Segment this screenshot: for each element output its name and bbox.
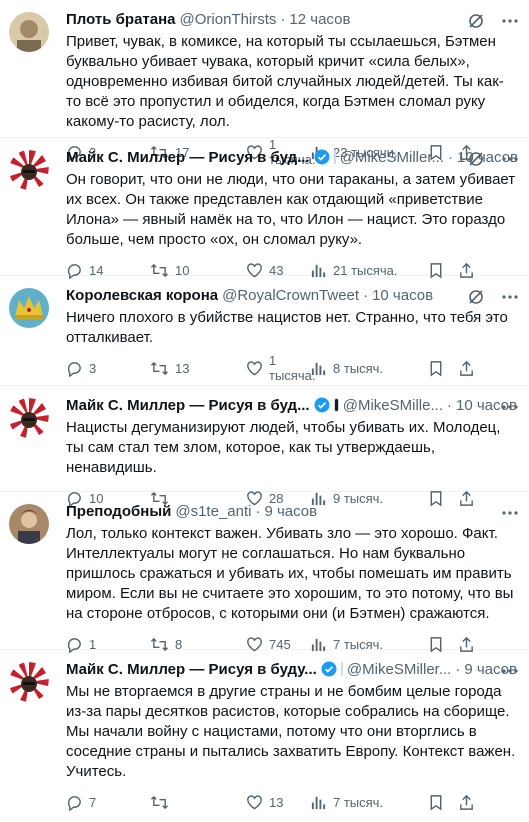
tweet[interactable]: Плоть братана @OrionThirsts · 12 часов П… [0, 0, 529, 167]
tweet[interactable]: Преподобный @s1te_anti · 9 часов Лол, то… [0, 492, 529, 653]
author-handle[interactable]: @RoyalCrownTweet [222, 287, 359, 304]
tweet-text: Лол, только контекст важен. Убивать зло … [66, 525, 514, 622]
verified-icon [314, 397, 330, 413]
tweet-actions: 7 13 7 тысяч. [66, 782, 517, 822]
tweet-text: Нацисты дегуманизируют людей, чтобы убив… [66, 419, 501, 476]
author-name[interactable]: Королевская корона [66, 287, 218, 304]
tweet[interactable]: Майк С. Миллер — Рисуя в буд... @MikeSMi… [0, 386, 529, 507]
more-options-icon[interactable] [501, 662, 519, 680]
avatar[interactable] [9, 12, 49, 52]
author-handle[interactable]: @s1te_anti [175, 503, 251, 520]
timestamp[interactable]: 9 часов [264, 503, 317, 520]
share-button[interactable] [458, 360, 478, 377]
tweet-actions: 3 13 1 тысяча. 8 тысяч. [66, 348, 517, 388]
like-button[interactable]: 1 тысяча. [246, 353, 315, 383]
tweet-text: Привет, чувак, в комиксе, на который ты … [66, 33, 504, 130]
tweet-header: Королевская корона @RoyalCrownTweet · 10… [66, 286, 434, 304]
verified-badge [314, 149, 330, 165]
retweet-icon [150, 795, 169, 809]
views-button[interactable]: 8 тысяч. [310, 360, 428, 377]
like-button[interactable]: 13 [246, 794, 310, 811]
more-options-icon[interactable] [501, 12, 519, 30]
affiliate-badge[interactable] [333, 150, 336, 164]
verified-icon [314, 149, 330, 165]
views-icon [311, 362, 326, 375]
affiliate-badge[interactable] [340, 662, 343, 676]
more-options-icon[interactable] [501, 398, 519, 416]
tweet-header: Плоть братана @OrionThirsts · 12 часов [66, 10, 351, 28]
grok-icon[interactable] [467, 288, 485, 306]
more-options-icon[interactable] [501, 504, 519, 522]
heart-icon [247, 794, 262, 809]
avatar[interactable] [9, 398, 49, 438]
reply-feed: Плоть братана @OrionThirsts · 12 часов П… [0, 0, 529, 811]
share-icon [460, 360, 473, 376]
avatar[interactable] [9, 662, 49, 702]
author-name[interactable]: Преподобный [66, 503, 171, 520]
tweet[interactable]: Майк С. Миллер — Рисуя в буд... @MikeSMi… [0, 138, 529, 279]
heart-icon [247, 360, 262, 375]
tweet-text: Ничего плохого в убийстве нацистов нет. … [66, 309, 508, 346]
grok-icon[interactable] [467, 12, 485, 30]
author-handle[interactable]: @MikeSMille... [343, 397, 443, 414]
tweet-text: Он говорит, что они не люди, что они тар… [66, 171, 516, 248]
reply-button[interactable]: 3 [66, 360, 150, 377]
author-name[interactable]: Майк С. Миллер — Рисуя в буд... [66, 149, 310, 166]
bookmark-button[interactable] [428, 794, 458, 811]
verified-badge [321, 661, 337, 677]
more-options-icon[interactable] [501, 288, 519, 306]
views-button[interactable]: 7 тысяч. [310, 794, 428, 811]
verified-icon [321, 661, 337, 677]
verified-badge [314, 397, 330, 413]
tweet-header: Майк С. Миллер — Рисуя в буд... @MikeSMi… [66, 396, 517, 414]
avatar[interactable] [9, 504, 49, 544]
timestamp[interactable]: 10 часов [372, 287, 433, 304]
affiliate-badge[interactable] [333, 398, 339, 412]
more-options-icon[interactable] [501, 150, 519, 168]
author-handle[interactable]: @MikeSMiller... [347, 661, 451, 678]
bookmark-button[interactable] [428, 360, 458, 377]
tweet-header: Майк С. Миллер — Рисуя в буду... @MikeSM… [66, 660, 517, 678]
tweet-text: Мы не вторгаемся в другие страны и не бо… [66, 683, 516, 780]
share-icon [460, 794, 473, 810]
retweet-button[interactable]: 13 [150, 360, 246, 377]
avatar[interactable] [9, 150, 49, 190]
author-handle[interactable]: @OrionThirsts [180, 11, 277, 28]
avatar[interactable] [9, 288, 49, 328]
views-icon [311, 796, 326, 809]
share-button[interactable] [458, 794, 478, 811]
author-name[interactable]: Майк С. Миллер — Рисуя в буд... [66, 397, 310, 414]
author-handle[interactable]: @MikeSMiller... [340, 149, 444, 166]
timestamp[interactable]: 12 часов [289, 11, 350, 28]
retweet-icon [150, 361, 169, 375]
reply-icon [67, 795, 81, 811]
grok-icon[interactable] [467, 150, 485, 168]
author-name[interactable]: Майк С. Миллер — Рисуя в буду... [66, 661, 317, 678]
retweet-button[interactable] [150, 794, 246, 811]
tweet-header: Преподобный @s1te_anti · 9 часов [66, 502, 318, 520]
tweet[interactable]: Майк С. Миллер — Рисуя в буду... @MikeSM… [0, 650, 529, 811]
bookmark-icon [430, 360, 442, 376]
tweet-header: Майк С. Миллер — Рисуя в буд... @MikeSMi… [66, 148, 519, 166]
reply-button[interactable]: 7 [66, 794, 150, 811]
reply-icon [67, 361, 81, 377]
author-name[interactable]: Плоть братана [66, 11, 176, 28]
tweet[interactable]: Королевская корона @RoyalCrownTweet · 10… [0, 276, 529, 386]
bookmark-icon [430, 794, 442, 810]
